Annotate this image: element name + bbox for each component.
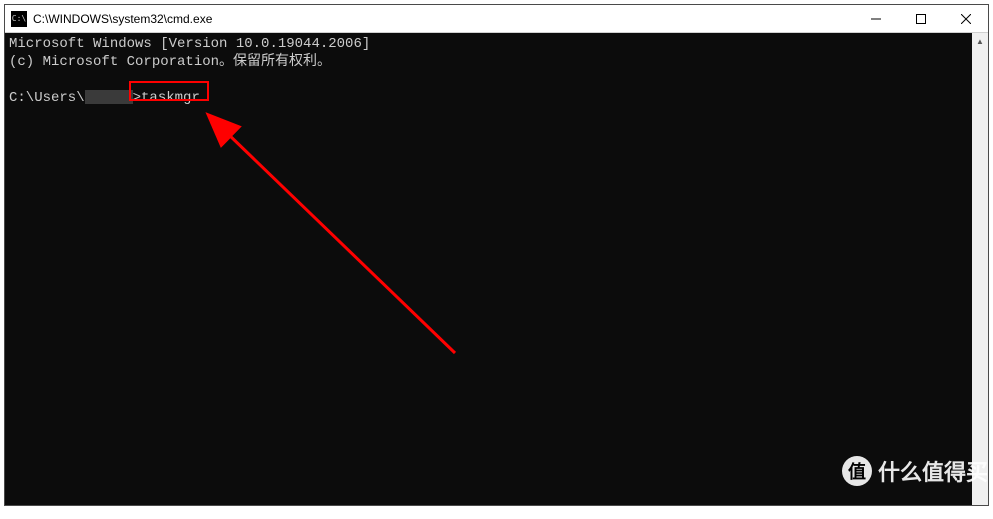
scroll-up-icon[interactable]: ▲ [972,33,988,49]
maximize-button[interactable] [898,5,943,32]
close-button[interactable] [943,5,988,32]
copyright-line: (c) Microsoft Corporation。保留所有权利。 [9,54,331,70]
watermark-text: 什么值得买 [878,455,988,487]
redacted-username [85,90,133,104]
cmd-icon: C:\ [11,11,27,27]
watermark: 值 什么值得买 [842,455,988,487]
annotation-arrow-icon [205,93,465,373]
window-controls [853,5,988,32]
watermark-badge-icon: 值 [842,456,872,486]
version-line: Microsoft Windows [Version 10.0.19044.20… [9,36,370,52]
titlebar[interactable]: C:\ C:\WINDOWS\system32\cmd.exe [5,5,988,33]
prompt-prefix: C:\Users\ [9,90,85,106]
scrollbar[interactable]: ▲ [972,33,988,505]
cmd-window: C:\ C:\WINDOWS\system32\cmd.exe ▲ Micros… [4,4,989,506]
console-body[interactable]: ▲ Microsoft Windows [Version 10.0.19044.… [5,33,988,505]
minimize-button[interactable] [853,5,898,32]
typed-command: taskmgr [141,90,200,106]
prompt-suffix: > [133,90,141,106]
console-output: Microsoft Windows [Version 10.0.19044.20… [5,33,988,109]
window-title: C:\WINDOWS\system32\cmd.exe [33,12,853,26]
